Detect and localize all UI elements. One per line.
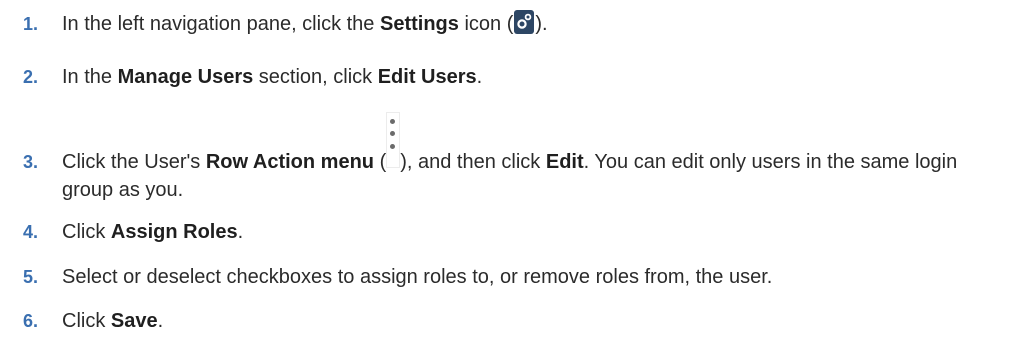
step-number: 5.	[23, 267, 39, 287]
settings-label: Settings	[379, 13, 459, 35]
row-action-menu-label: Row Action menu	[205, 151, 375, 173]
step-text: Click the User's Row Action menu (), and…	[62, 112, 1002, 204]
step-number: 6.	[23, 311, 39, 331]
instruction-steps: 1. In the left navigation pane, click th…	[0, 0, 1010, 342]
edit-users-label: Edit Users	[377, 66, 477, 88]
step-text: In the left navigation pane, click the S…	[62, 10, 1002, 38]
edit-label: Edit	[545, 151, 584, 173]
kebab-menu-icon	[386, 112, 401, 168]
step-text: In the Manage Users section, click Edit …	[62, 66, 483, 88]
step-number: 3.	[23, 152, 39, 172]
step-text: Click Save.	[62, 310, 164, 332]
step-text: Select or deselect checkboxes to assign …	[62, 266, 773, 288]
step-number: 4.	[23, 222, 39, 242]
save-label: Save	[110, 310, 158, 332]
manage-users-label: Manage Users	[117, 66, 254, 88]
gear-icon	[514, 10, 535, 34]
step-text: Click Assign Roles.	[62, 221, 244, 243]
step-number: 1.	[23, 14, 39, 34]
assign-roles-label: Assign Roles	[110, 221, 238, 243]
step-number: 2.	[23, 67, 39, 87]
